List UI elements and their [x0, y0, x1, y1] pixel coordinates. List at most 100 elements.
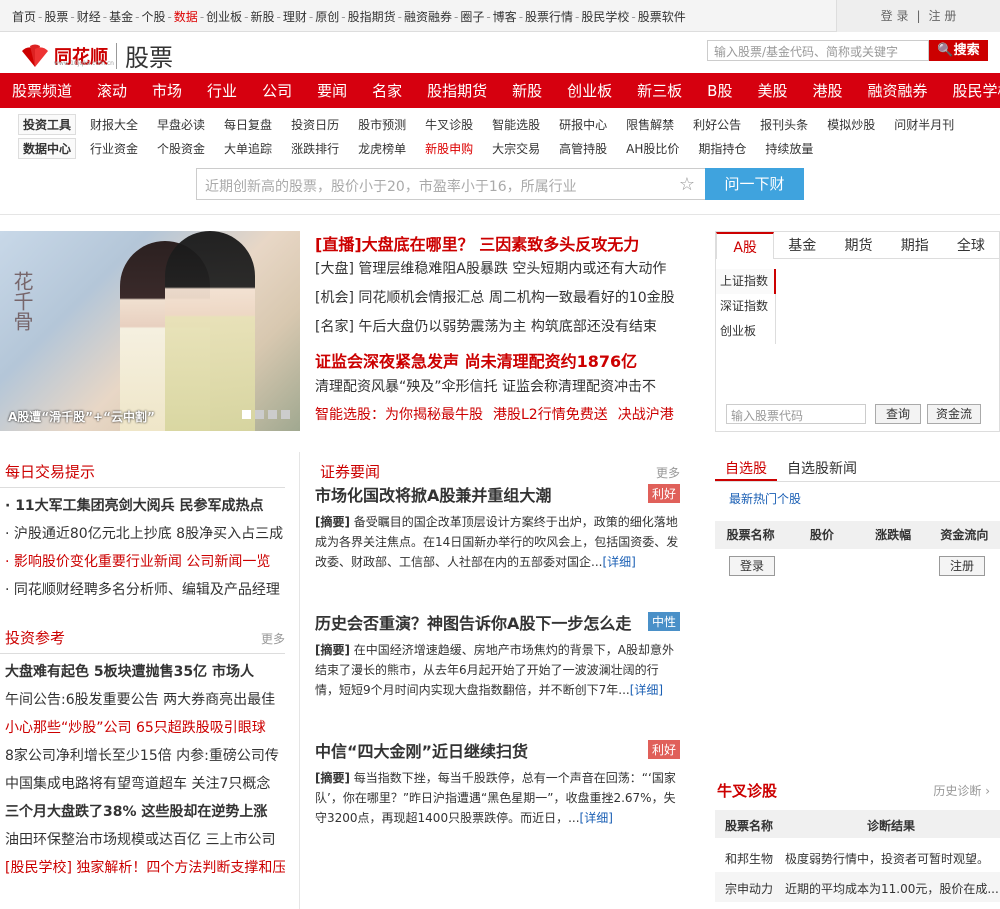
data-link-9[interactable]: 期指持仓 — [698, 140, 746, 157]
top-link-0[interactable]: 首页 — [12, 10, 36, 24]
data-link-5[interactable]: 新股申购 — [425, 140, 473, 157]
headline-2[interactable]: 证监会深夜紧急发声 尚未清理配资约1876亿 — [315, 348, 685, 376]
logo[interactable]: 同花顺 www.10jqka.com.cn 股票 — [20, 38, 173, 73]
market-tab-1[interactable]: 基金 — [774, 232, 830, 258]
invest-item[interactable]: [股民学校] 独家解析！四个方法判断支撑和压 — [0, 854, 285, 882]
top-link-13[interactable]: 博客 — [493, 10, 517, 24]
invest-item[interactable]: 午间公告:6股发重要公告 两大券商亮出最佳 — [0, 686, 285, 714]
detail-link[interactable]: [详细] — [602, 555, 635, 569]
promo-link[interactable]: 智能选股：为你揭秘最牛股 — [315, 407, 483, 423]
stock-code-input[interactable]: 输入股票代码 — [726, 404, 866, 424]
tool-link-7[interactable]: 研报中心 — [559, 116, 607, 133]
data-link-6[interactable]: 大宗交易 — [492, 140, 540, 157]
nav-item-11[interactable]: B股 — [707, 80, 732, 101]
headline-1[interactable]: [直播]大盘底在哪里？ 三因素致多头反攻无力 — [315, 231, 685, 259]
tool-link-8[interactable]: 限售解禁 — [626, 116, 674, 133]
top-link-6[interactable]: 创业板 — [206, 10, 242, 24]
securities-more-link[interactable]: 更多 — [656, 464, 680, 481]
nav-item-12[interactable]: 美股 — [757, 80, 787, 101]
article-title[interactable]: 中信“四大金刚”近日继续扫货 — [315, 742, 528, 761]
detail-link[interactable]: [详细] — [630, 683, 663, 697]
headline-1-line[interactable]: [大盘] 管理层维稳难阻A股暴跌 空头短期内或还有大动作 — [315, 259, 685, 288]
tool-link-9[interactable]: 利好公告 — [693, 116, 741, 133]
nav-item-13[interactable]: 港股 — [812, 80, 842, 101]
nav-item-6[interactable]: 名家 — [372, 80, 402, 101]
nav-item-15[interactable]: 股民学校 — [953, 80, 1000, 101]
market-tab-2[interactable]: 期货 — [830, 232, 886, 258]
top-link-5[interactable]: 数据 — [174, 10, 198, 24]
invest-item[interactable]: 三个月大盘跌了38% 这些股却在逆势上涨 — [0, 798, 285, 826]
tool-link-11[interactable]: 模拟炒股 — [827, 116, 875, 133]
headline-1-line[interactable]: [机会] 同花顺机会情报汇总 周二机构一致最看好的10金股 — [315, 288, 685, 317]
nav-item-7[interactable]: 股指期货 — [427, 80, 487, 101]
slide-dot[interactable] — [242, 410, 251, 419]
diag-history-link[interactable]: 历史诊断 › — [933, 782, 990, 799]
banner-caption[interactable]: A股遭“滑千股”+“云中割” — [8, 408, 155, 425]
ask-button[interactable]: 问一下财 — [705, 168, 804, 200]
market-tab-0[interactable]: A股 — [716, 232, 775, 259]
banner-slideshow[interactable]: 花千骨 A股遭“滑千股”+“云中割” — [0, 231, 300, 431]
watch-login-button[interactable]: 登录 — [729, 556, 775, 576]
watch-tab-0[interactable]: 自选股 — [715, 452, 777, 481]
top-link-12[interactable]: 圈子 — [460, 10, 484, 24]
top-link-4[interactable]: 个股 — [141, 10, 165, 24]
tool-link-12[interactable]: 问财半月刊 — [894, 116, 954, 133]
data-link-2[interactable]: 大单追踪 — [224, 140, 272, 157]
data-link-10[interactable]: 持续放量 — [765, 140, 813, 157]
fund-flow-button[interactable]: 资金流 — [927, 404, 981, 424]
slide-dot[interactable] — [268, 410, 277, 419]
search-button[interactable]: 🔍搜索 — [929, 40, 988, 61]
market-index-item[interactable]: 深证指数 — [716, 294, 776, 319]
diag-row[interactable]: 宗申动力 近期的平均成本为11.00元，股价在成... — [715, 872, 1000, 902]
diag-stock-name[interactable]: 宗申动力 — [725, 880, 773, 897]
article-title[interactable]: 市场化国改将掀A股兼并重组大潮 — [315, 486, 551, 505]
top-link-9[interactable]: 原创 — [315, 10, 339, 24]
market-index-item[interactable]: 创业板 — [716, 319, 776, 344]
ask-input[interactable]: 近期创新高的股票，股价小于20，市盈率小于16，所属行业 ☆ — [196, 168, 706, 200]
invest-item[interactable]: 大盘难有起色 5板块遭抛售35亿 市场人 — [0, 658, 285, 686]
tool-link-5[interactable]: 牛叉诊股 — [425, 116, 473, 133]
detail-link[interactable]: [详细] — [580, 811, 613, 825]
nav-item-1[interactable]: 滚动 — [97, 80, 127, 101]
nav-item-3[interactable]: 行业 — [207, 80, 237, 101]
market-tab-4[interactable]: 全球 — [943, 232, 999, 258]
market-index-item[interactable]: 上证指数 — [716, 269, 776, 294]
invest-item[interactable]: 小心那些“炒股”公司 65只超跌股吸引眼球 — [0, 714, 285, 742]
query-button[interactable]: 查询 — [875, 404, 921, 424]
data-link-1[interactable]: 个股资金 — [157, 140, 205, 157]
watch-register-button[interactable]: 注册 — [939, 556, 985, 576]
top-link-10[interactable]: 股指期货 — [348, 10, 396, 24]
tool-link-4[interactable]: 股市预测 — [358, 116, 406, 133]
daily-item[interactable]: · 影响股价变化重要行业新闻 公司新闻一览 — [5, 548, 285, 576]
article-title[interactable]: 历史会否重演？神图告诉你A股下一步怎么走 — [315, 614, 631, 633]
tool-link-2[interactable]: 每日复盘 — [224, 116, 272, 133]
slide-dot[interactable] — [281, 410, 290, 419]
headline-2-line[interactable]: 清理配资风暴“殃及”伞形信托 证监会称清理配资冲击不 — [315, 376, 685, 404]
slide-dot[interactable] — [255, 410, 264, 419]
data-link-8[interactable]: AH股比价 — [626, 140, 679, 157]
top-link-7[interactable]: 新股 — [251, 10, 275, 24]
watch-tab-1[interactable]: 自选股新闻 — [777, 452, 867, 481]
daily-item[interactable]: · 同花顺财经聘多名分析师、编辑及产品经理 — [5, 576, 285, 604]
star-icon[interactable]: ☆ — [679, 174, 695, 195]
top-link-2[interactable]: 财经 — [77, 10, 101, 24]
top-link-3[interactable]: 基金 — [109, 10, 133, 24]
daily-item[interactable]: · 沪股通近80亿元北上抄底 8股净买入占三成 — [5, 520, 285, 548]
top-link-14[interactable]: 股票行情 — [525, 10, 573, 24]
daily-item[interactable]: · 11大军工集团亮剑大阅兵 民参军成热点 — [5, 492, 285, 520]
data-link-3[interactable]: 涨跌排行 — [291, 140, 339, 157]
data-link-4[interactable]: 龙虎榜单 — [358, 140, 406, 157]
diag-row[interactable]: 和邦生物 极度弱势行情中，投资者可暂时观望。 — [715, 842, 1000, 872]
nav-item-10[interactable]: 新三板 — [637, 80, 682, 101]
invest-item[interactable]: 油田环保整治市场规模或达百亿 三上市公司 — [0, 826, 285, 854]
search-input[interactable]: 输入股票/基金代码、简称或关键字 — [707, 40, 929, 61]
data-link-7[interactable]: 高管持股 — [559, 140, 607, 157]
invest-more-link[interactable]: 更多 — [261, 630, 285, 647]
market-tab-3[interactable]: 期指 — [887, 232, 943, 258]
promo-link[interactable]: 决战沪港 — [618, 407, 674, 423]
nav-item-9[interactable]: 创业板 — [567, 80, 612, 101]
data-link-0[interactable]: 行业资金 — [90, 140, 138, 157]
top-link-8[interactable]: 理财 — [283, 10, 307, 24]
tool-link-1[interactable]: 早盘必读 — [157, 116, 205, 133]
tool-link-10[interactable]: 报刊头条 — [760, 116, 808, 133]
